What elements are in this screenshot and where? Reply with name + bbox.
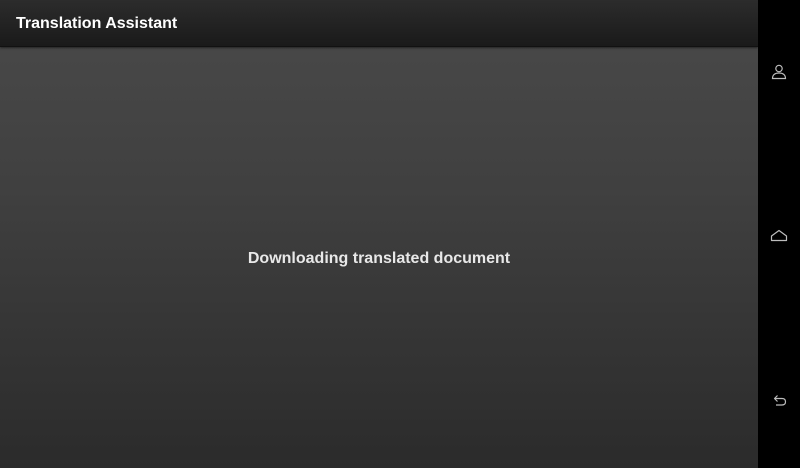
account-button[interactable] <box>766 59 792 85</box>
back-icon <box>773 395 787 406</box>
app-window: Translation Assistant Downloading transl… <box>0 0 758 468</box>
status-message: Downloading translated document <box>247 249 511 267</box>
back-button[interactable] <box>766 388 792 414</box>
main-content: Downloading translated document <box>0 47 758 468</box>
app-bar: Translation Assistant <box>0 0 758 47</box>
home-button[interactable] <box>766 223 792 249</box>
home-icon <box>770 229 788 242</box>
person-icon <box>771 64 787 80</box>
screen: Translation Assistant Downloading transl… <box>0 0 800 468</box>
system-nav-bar <box>758 0 800 468</box>
app-title: Translation Assistant <box>16 15 178 32</box>
